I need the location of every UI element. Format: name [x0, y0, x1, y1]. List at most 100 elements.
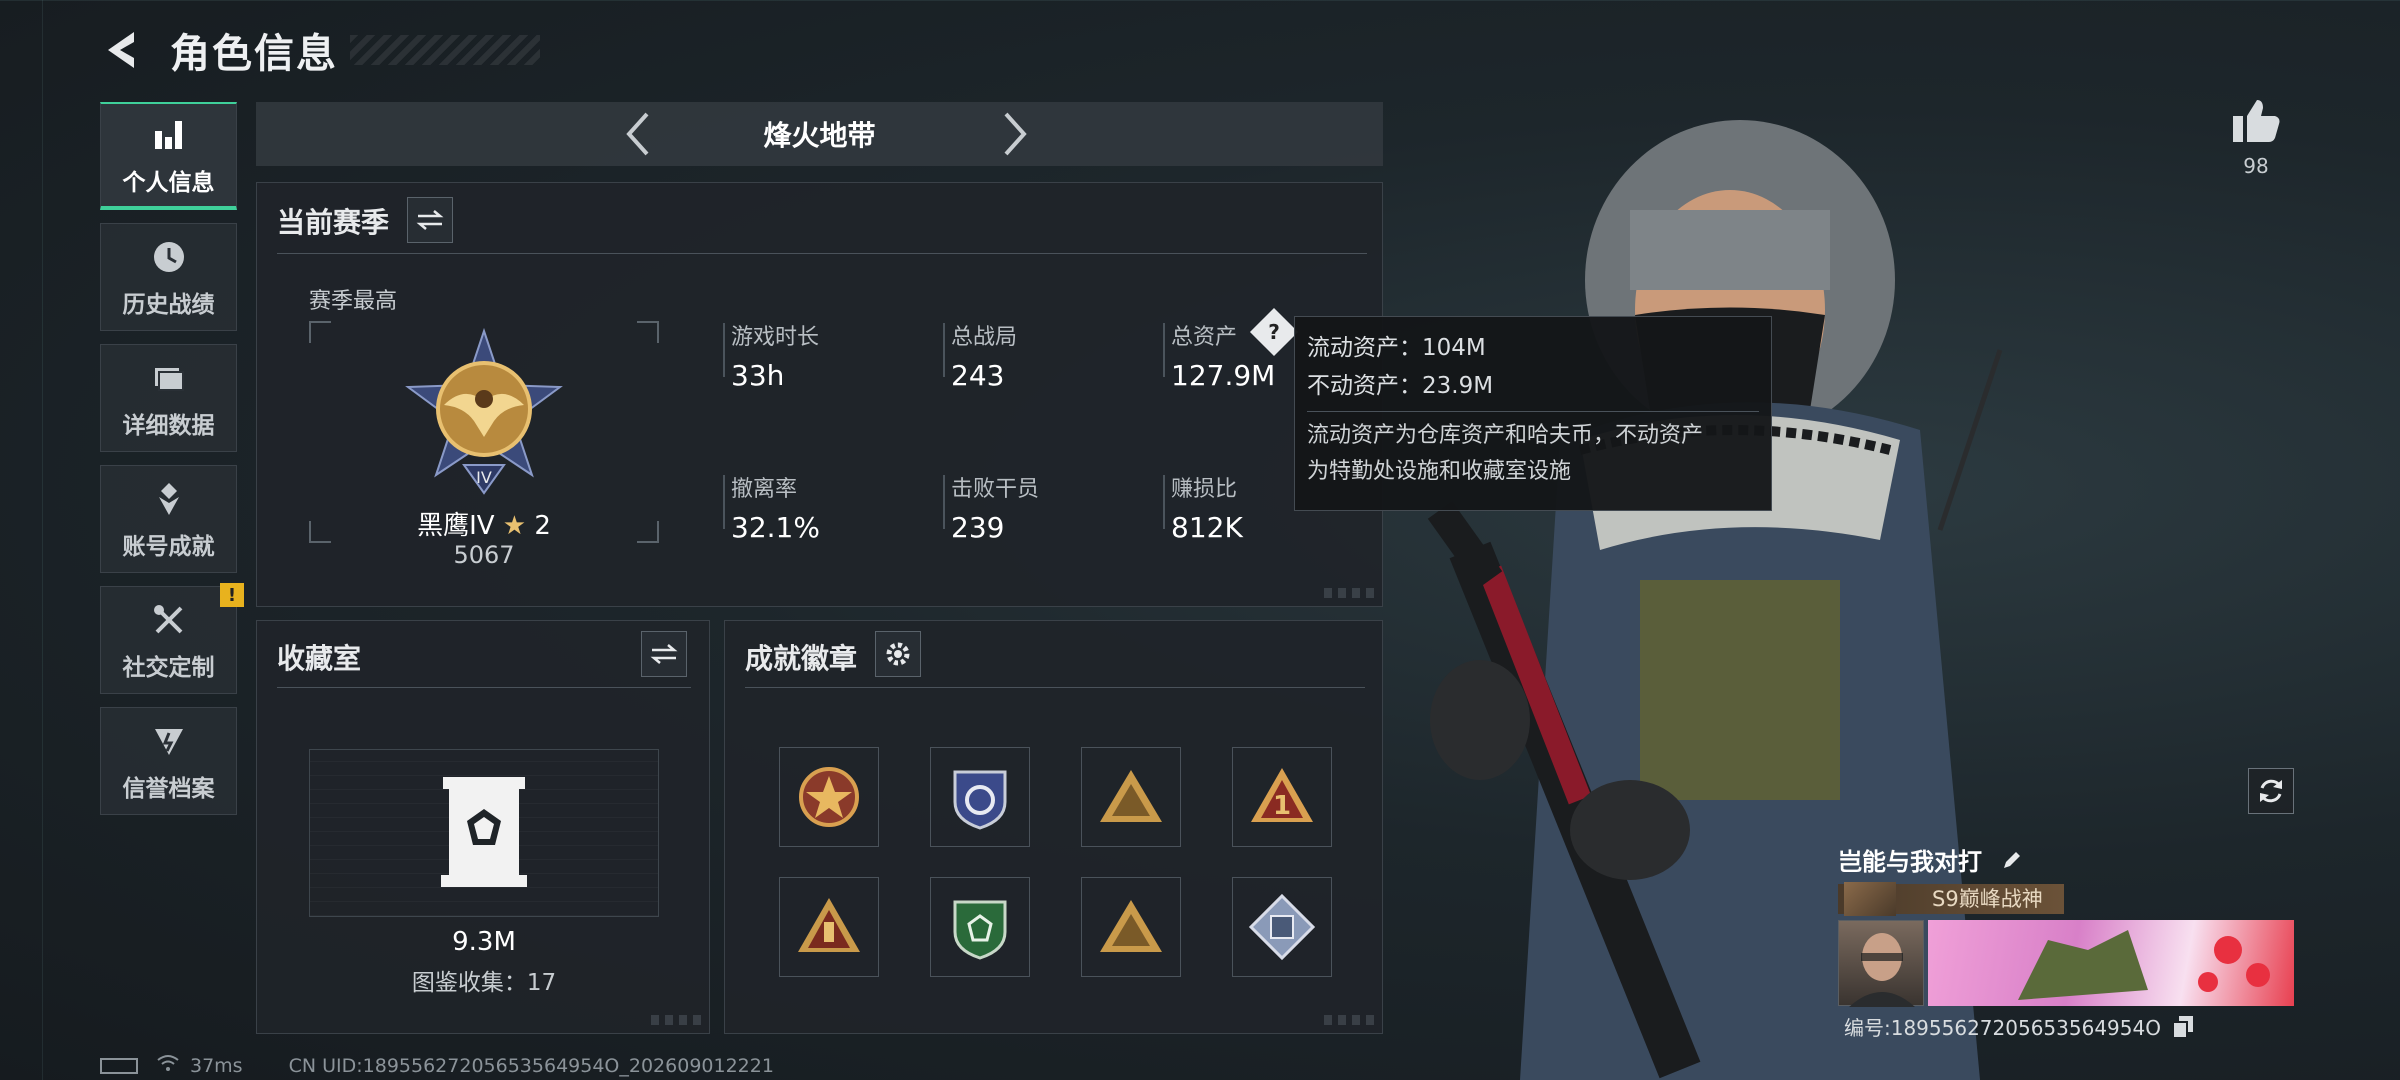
- stat-divider: [1163, 323, 1165, 377]
- badge-slot[interactable]: 1: [1232, 747, 1332, 847]
- sidebar-item-personal-info[interactable]: 个人信息: [100, 102, 237, 210]
- stat-value-total-assets: 127.9M: [1171, 359, 1276, 392]
- sidebar-item-label: 历史战绩: [122, 292, 215, 318]
- refresh-button[interactable]: [2248, 768, 2294, 814]
- stat-value-playtime: 33h: [731, 359, 785, 392]
- player-banner[interactable]: [1928, 920, 2294, 1006]
- sidebar-item-label: 账号成就: [122, 534, 215, 560]
- sidebar-item-label: 详细数据: [122, 413, 215, 439]
- sidebar-item-history[interactable]: 历史战绩: [100, 223, 237, 331]
- corner-decoration: [1324, 1015, 1374, 1025]
- tooltip-description-line: 为特勤处设施和收藏室设施: [1307, 459, 1572, 484]
- sidebar-item-social-custom[interactable]: 社交定制 !: [100, 583, 244, 694]
- folder-icon: [147, 356, 191, 400]
- player-name: 岂能与我对打: [1838, 842, 2024, 878]
- badges-settings-button[interactable]: [875, 631, 921, 677]
- divider: [745, 687, 1365, 688]
- page-title: 角色信息: [170, 31, 338, 77]
- badges-title: 成就徽章: [745, 642, 858, 675]
- badge-slot[interactable]: [779, 747, 879, 847]
- bg-grid-line: [42, 0, 43, 1080]
- uid-text: CN UID:18955627205653564954O_20260901222…: [288, 1054, 774, 1077]
- player-avatar[interactable]: [1838, 920, 1924, 1007]
- rank-title-text: S9巅峰战神: [1932, 887, 2043, 911]
- mode-title: 烽火地带: [763, 119, 876, 152]
- rank-name-line: 黑鹰IV ★ 2: [309, 505, 659, 542]
- stat-label-matches: 总战局: [951, 325, 1018, 350]
- gold-triangle-badge-icon: [1100, 770, 1162, 822]
- badge-slot[interactable]: [779, 877, 879, 977]
- stat-value-matches: 243: [951, 359, 1005, 392]
- corner-decoration: [1324, 588, 1374, 598]
- title-decoration: [350, 35, 540, 65]
- back-arrow-icon[interactable]: [100, 27, 140, 73]
- sidebar-item-label: 个人信息: [122, 170, 215, 196]
- stat-value-profit-loss: 812K: [1171, 511, 1243, 544]
- collection-title: 收藏室: [277, 642, 362, 675]
- like-widget[interactable]: 98: [2228, 98, 2284, 178]
- status-footer: 37ms CN UID:18955627205653564954O_202609…: [100, 1054, 774, 1077]
- stat-value-kills: 239: [951, 511, 1005, 544]
- next-mode-arrow-icon[interactable]: [991, 110, 1039, 158]
- collection-room-icon: [439, 777, 529, 887]
- blackhawk-rank-emblem-icon: IV: [394, 325, 574, 505]
- page-header: 角色信息: [100, 22, 540, 78]
- green-shield-badge-icon: [953, 900, 1007, 960]
- player-name-text: 岂能与我对打: [1838, 848, 1982, 876]
- divider: [277, 253, 1367, 254]
- asset-tooltip: 流动资产：104M 不动资产：23.9M 流动资产为仓库资产和哈夫币，不动资产 …: [1294, 316, 1772, 511]
- copy-icon[interactable]: [2172, 1016, 2194, 1043]
- rank-title-emblem-icon: [1844, 882, 1896, 916]
- sidebar-item-label: 信誉档案: [122, 776, 215, 802]
- star-icon: ★: [502, 511, 527, 541]
- battery-icon: [100, 1057, 138, 1074]
- sidebar-item-credit-record[interactable]: 信誉档案: [100, 707, 237, 815]
- season-switch-button[interactable]: [407, 197, 453, 243]
- sidebar-item-label: 社交定制: [122, 655, 215, 681]
- collection-catalog: 图鉴收集：17: [411, 970, 557, 996]
- stat-divider: [943, 323, 945, 377]
- collection-value: 9.3M: [452, 927, 516, 957]
- mode-selector: 烽火地带: [256, 102, 1383, 166]
- season-title: 当前赛季: [277, 206, 390, 239]
- stat-divider: [1163, 475, 1165, 529]
- collection-switch-button[interactable]: [641, 631, 687, 677]
- thumbs-up-icon: [2228, 98, 2284, 148]
- svg-text:IV: IV: [476, 468, 492, 487]
- help-question-icon[interactable]: ?: [1249, 307, 1299, 357]
- tooltip-fixed-assets: 不动资产：23.9M: [1307, 373, 1494, 399]
- badge-slot[interactable]: [930, 877, 1030, 977]
- stat-divider: [943, 475, 945, 529]
- badge-slot[interactable]: [930, 747, 1030, 847]
- badge-slot[interactable]: [1081, 877, 1181, 977]
- player-id-text: 编号:18955627205653564954O: [1844, 1016, 2161, 1040]
- stat-divider: [723, 475, 725, 529]
- tooltip-description-line: 流动资产为仓库资产和哈夫币，不动资产: [1307, 423, 1704, 448]
- sidebar-item-detail-data[interactable]: 详细数据: [100, 344, 237, 452]
- gear-icon: [886, 642, 910, 666]
- shield-lightning-icon: [147, 719, 191, 763]
- prev-mode-arrow-icon[interactable]: [614, 110, 662, 158]
- stat-label-extraction-rate: 撤离率: [731, 477, 798, 502]
- wrench-tools-icon: [147, 598, 191, 642]
- corner-decoration: [651, 1015, 701, 1025]
- divider: [1307, 411, 1759, 412]
- edit-pencil-icon[interactable]: [2000, 848, 2024, 878]
- season-panel: 当前赛季 赛季最高 IV 黑鹰IV ★ 2 5067 游戏时长 33h 总战局 …: [256, 182, 1383, 607]
- badge-slot[interactable]: [1232, 877, 1332, 977]
- hand-triangle-badge-icon: [798, 898, 860, 952]
- stat-label-profit-loss: 赚损比: [1171, 477, 1238, 502]
- bg-grid-line: [0, 0, 2400, 1]
- gold-triangle-badge-icon: [1100, 900, 1162, 952]
- svg-text:1: 1: [1273, 791, 1291, 821]
- badge-slot[interactable]: [1081, 747, 1181, 847]
- number-one-badge-icon: 1: [1251, 768, 1313, 822]
- blue-shield-badge-icon: [953, 770, 1007, 830]
- star-shield-badge-icon: [799, 767, 859, 827]
- sidebar: 个人信息 历史战绩 详细数据 账号成就 社交定制 ! 信誉档案: [100, 102, 244, 828]
- stat-divider: [723, 323, 725, 377]
- ping-value: 37ms: [190, 1054, 243, 1077]
- rank-score: 5067: [453, 541, 515, 569]
- sidebar-item-achievements[interactable]: 账号成就: [100, 465, 237, 573]
- achievement-medal-icon: [147, 477, 191, 521]
